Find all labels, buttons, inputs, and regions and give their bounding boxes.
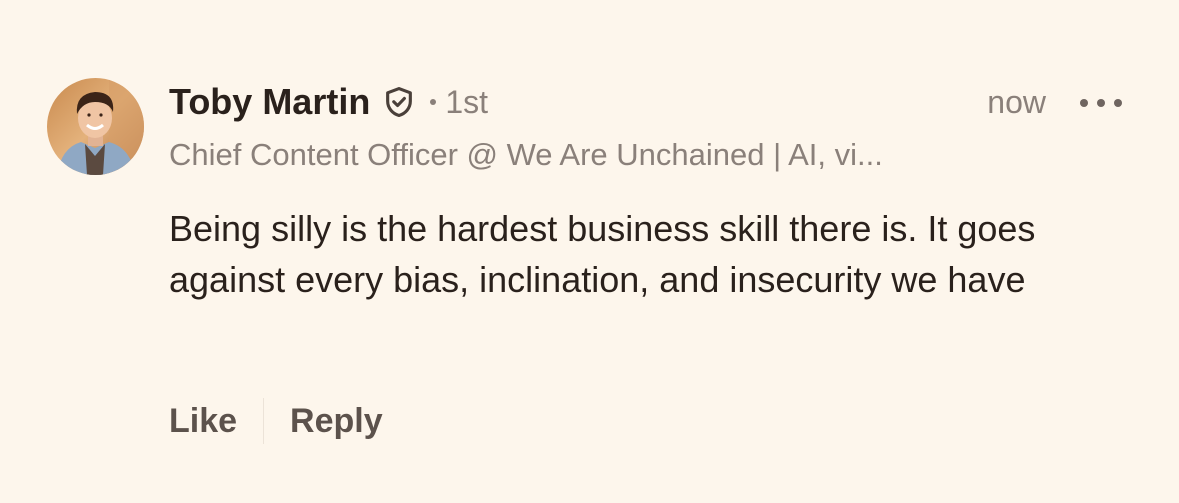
author-headline: Chief Content Officer @ We Are Unchained… xyxy=(169,137,883,172)
shield-check-icon xyxy=(382,85,416,119)
comment-text: Being silly is the hardest business skil… xyxy=(169,208,1036,300)
more-options-button[interactable] xyxy=(1080,92,1122,114)
like-button[interactable]: Like xyxy=(169,402,237,441)
reply-button[interactable]: Reply xyxy=(290,402,383,441)
comment-item: Toby Martin 1st now Chief Content Office… xyxy=(0,0,1179,503)
more-horizontal-icon xyxy=(1097,99,1105,107)
more-horizontal-icon xyxy=(1080,99,1088,107)
author-row: Toby Martin 1st xyxy=(169,80,488,124)
more-horizontal-icon xyxy=(1114,99,1122,107)
separator-dot xyxy=(430,99,437,105)
comment-actions: Like Reply xyxy=(169,398,383,444)
avatar[interactable] xyxy=(47,78,144,175)
author-name[interactable]: Toby Martin xyxy=(169,81,370,123)
action-divider xyxy=(263,398,265,444)
avatar-photo xyxy=(47,78,144,175)
connection-degree: 1st xyxy=(445,83,489,120)
timestamp: now xyxy=(987,84,1046,120)
